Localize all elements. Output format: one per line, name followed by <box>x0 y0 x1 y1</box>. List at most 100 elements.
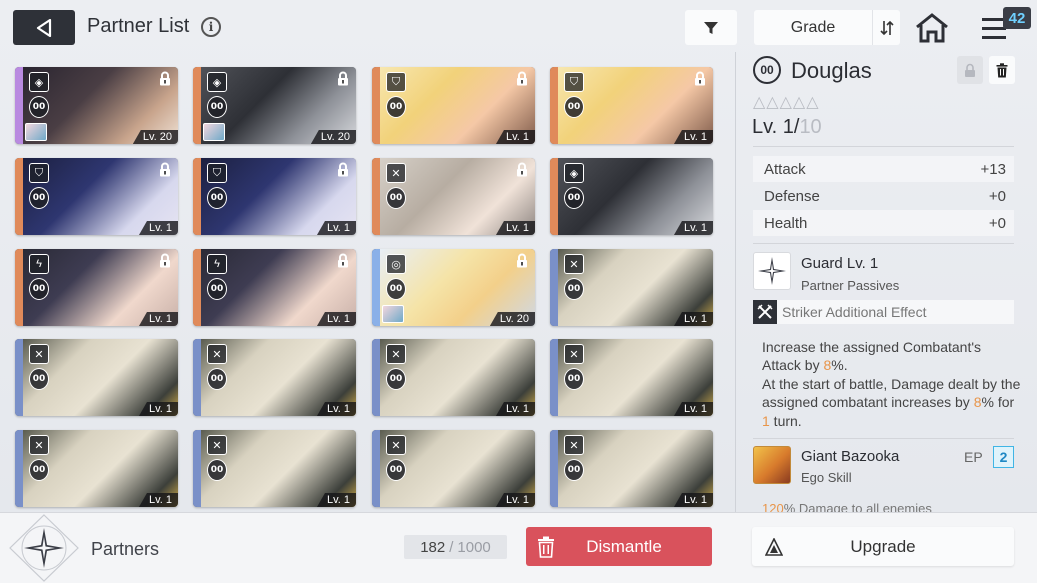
desc-text: Increase the assigned Combatant's Attack… <box>762 339 982 374</box>
defender-role-icon: ◈ <box>207 72 227 92</box>
tier-badge: 00 <box>29 459 49 481</box>
partner-card[interactable]: ◎ 00 Lv. 20 <box>372 249 535 326</box>
rarity-stripe <box>550 339 558 416</box>
partner-card[interactable]: ⛉ 00 Lv. 1 <box>550 67 713 144</box>
sort-order-icon[interactable] <box>872 10 900 45</box>
rarity-stripe <box>372 158 380 235</box>
tier-badge: 00 <box>207 368 227 390</box>
rarity-stripe <box>15 67 23 144</box>
tier-badge: 00 <box>386 96 406 118</box>
ep-value: 2 <box>993 446 1014 468</box>
partner-card[interactable]: ✕ 00 Lv. 1 <box>193 339 356 416</box>
stat-row-defense: Defense +0 <box>753 183 1014 209</box>
delete-button[interactable] <box>989 56 1015 84</box>
partner-card[interactable]: ϟ 00 Lv. 1 <box>15 249 178 326</box>
ego-skill-description: 120% Damage to all enemies <box>762 501 932 512</box>
page-title: Partner List <box>87 15 190 37</box>
lock-button[interactable] <box>957 56 983 84</box>
passive-description: Increase the assigned Combatant's Attack… <box>762 338 1022 430</box>
rarity-stripe <box>372 339 380 416</box>
upgrade-button[interactable]: Upgrade <box>752 527 1014 566</box>
partner-card[interactable]: ✕ 00 Lv. 1 <box>15 339 178 416</box>
filter-button[interactable] <box>685 10 737 45</box>
partners-emblem-icon <box>8 513 80 583</box>
tier-badge: 00 <box>386 278 406 300</box>
rarity-stripe <box>193 430 201 507</box>
stat-label: Defense <box>764 187 820 205</box>
home-icon[interactable] <box>914 12 950 44</box>
tier-badge: 00 <box>564 459 584 481</box>
giant-bazooka-skill-icon[interactable] <box>753 446 791 484</box>
striker-role-icon: ✕ <box>564 254 584 274</box>
tier-badge: 00 <box>564 368 584 390</box>
passive-type: Partner Passives <box>801 278 900 293</box>
guard-passive-icon[interactable] <box>753 252 791 290</box>
tier-badge: 00 <box>29 278 49 300</box>
partner-card[interactable]: ⛉ 00 Lv. 1 <box>15 158 178 235</box>
tier-badge: 00 <box>29 96 49 118</box>
striker-role-icon: ✕ <box>386 344 406 364</box>
stat-value: +13 <box>980 160 1006 178</box>
stat-value: +0 <box>988 187 1006 205</box>
notification-badge: 42 <box>1003 7 1031 29</box>
caster-role-icon: ◎ <box>386 254 406 274</box>
support-portrait-thumbnail <box>25 123 47 141</box>
back-button[interactable] <box>13 10 75 45</box>
desc-value: 120 <box>762 501 784 512</box>
tier-badge: 00 <box>29 187 49 209</box>
striker-role-icon: ✕ <box>564 435 584 455</box>
partner-card[interactable]: ⛉ 00 Lv. 1 <box>372 67 535 144</box>
sort-dropdown[interactable]: Grade <box>754 10 900 45</box>
rarity-stripe <box>550 67 558 144</box>
desc-text: % for <box>981 394 1015 411</box>
partner-card[interactable]: ✕ 00 Lv. 1 <box>15 430 178 507</box>
partner-card[interactable]: ϟ 00 Lv. 1 <box>193 249 356 326</box>
striker-role-icon: ✕ <box>29 435 49 455</box>
stat-label: Attack <box>764 160 806 178</box>
lock-icon <box>515 162 529 177</box>
partner-card[interactable]: ◈ 00 Lv. 1 <box>550 158 713 235</box>
guard-role-icon: ⛉ <box>386 72 406 92</box>
partner-card[interactable]: ⛉ 00 Lv. 1 <box>193 158 356 235</box>
star-rating: △△△△△ <box>753 94 820 111</box>
partner-card[interactable]: ✕ 00 Lv. 1 <box>372 430 535 507</box>
striker-role-icon: ✕ <box>29 344 49 364</box>
tier-badge: 00 <box>564 96 584 118</box>
upgrade-arrow-icon <box>752 537 796 556</box>
rarity-stripe <box>372 67 380 144</box>
divider <box>753 146 1014 147</box>
defender-role-icon: ◈ <box>564 163 584 183</box>
partner-grid: ◈ 00 Lv. 20 ◈ 00 Lv. 20 ⛉ 00 Lv. 1 ⛉ 00 Lv. 1 ⛉ 00 Lv.… <box>15 67 715 507</box>
stat-label: Health <box>764 214 808 232</box>
striker-effect-label: Striker Additional Effect <box>782 304 927 320</box>
lock-icon <box>158 253 172 268</box>
rarity-stripe <box>15 249 23 326</box>
lock-icon <box>693 71 707 86</box>
desc-text: % Damage to all enemies <box>783 501 932 512</box>
partner-card[interactable]: ✕ 00 Lv. 1 <box>372 158 535 235</box>
striker-role-icon: ✕ <box>207 344 227 364</box>
partner-level: Lv. 1/10 <box>752 116 822 139</box>
info-icon[interactable]: i <box>201 17 221 37</box>
rarity-stripe <box>372 249 380 326</box>
partner-card[interactable]: ✕ 00 Lv. 1 <box>550 339 713 416</box>
ranger-role-icon: ϟ <box>207 254 227 274</box>
dismantle-button[interactable]: Dismantle <box>526 527 712 566</box>
lock-icon <box>336 71 350 86</box>
partner-card[interactable]: ✕ 00 Lv. 1 <box>193 430 356 507</box>
partner-card[interactable]: ◈ 00 Lv. 20 <box>15 67 178 144</box>
lock-icon <box>515 253 529 268</box>
divider <box>753 438 1014 439</box>
partner-card[interactable]: ✕ 00 Lv. 1 <box>550 430 713 507</box>
trash-icon <box>526 536 566 558</box>
guard-role-icon: ⛉ <box>29 163 49 183</box>
tier-badge: 00 <box>386 368 406 390</box>
partner-name: Douglas <box>791 58 872 83</box>
partner-card[interactable]: ✕ 00 Lv. 1 <box>550 249 713 326</box>
rarity-stripe <box>550 249 558 326</box>
tier-badge: 00 <box>564 278 584 300</box>
partner-card[interactable]: ◈ 00 Lv. 20 <box>193 67 356 144</box>
rarity-stripe <box>372 430 380 507</box>
partner-card[interactable]: ✕ 00 Lv. 1 <box>372 339 535 416</box>
upgrade-label: Upgrade <box>850 536 916 556</box>
